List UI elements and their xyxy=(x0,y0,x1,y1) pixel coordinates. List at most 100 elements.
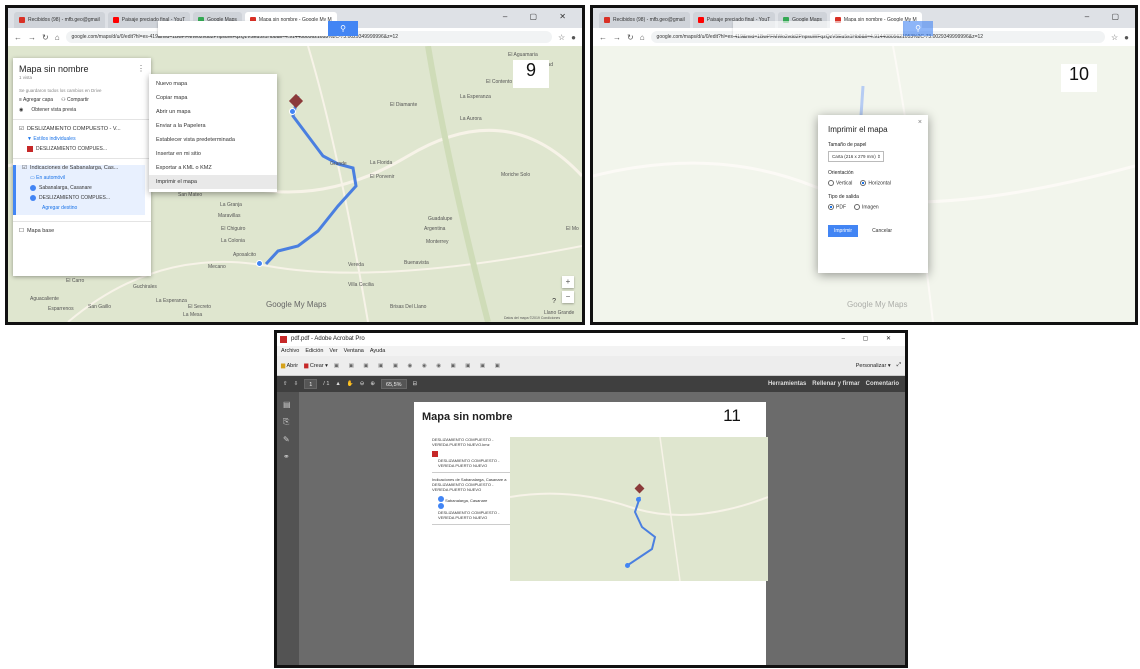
tab-label: Recibidos (98) - mfb.geo@gmail xyxy=(613,17,685,23)
zoom-out-button[interactable]: − xyxy=(562,291,574,303)
comment-button[interactable]: Comentario xyxy=(866,381,899,387)
output-image[interactable]: Imagen xyxy=(854,204,879,211)
checkbox-icon[interactable]: ☑ xyxy=(19,126,24,132)
prev-page-icon[interactable]: ⇧ xyxy=(283,381,288,387)
fit-page-icon[interactable]: ⊟ xyxy=(413,381,418,387)
search-input[interactable] xyxy=(158,21,328,36)
orientation-horizontal[interactable]: Horizontal xyxy=(860,180,891,186)
back-icon[interactable]: ← xyxy=(14,33,22,42)
fill-sign-button[interactable]: Rellenar y firmar xyxy=(812,381,859,387)
menu-item-new-map[interactable]: Nuevo mapa xyxy=(149,77,277,91)
checkbox-icon[interactable]: ☑ xyxy=(22,165,27,171)
legend-layer-2-title: Indicaciones de Sabanalarga, Casanare a … xyxy=(432,477,507,492)
home-icon[interactable]: ⌂ xyxy=(55,33,60,42)
home-icon[interactable]: ⌂ xyxy=(640,33,645,42)
menu-item-export-kml[interactable]: Exportar a KML o KMZ xyxy=(149,161,277,175)
menu-edicion[interactable]: Edición xyxy=(305,346,323,356)
expand-icon[interactable]: ⤢ xyxy=(897,362,901,369)
cancel-button[interactable]: Cancelar xyxy=(866,225,898,237)
layers-icon[interactable]: ⚭ xyxy=(283,452,299,461)
radio-icon xyxy=(854,204,860,211)
zoom-in-icon[interactable]: ⊕ xyxy=(370,381,375,387)
next-page-icon[interactable]: ⇩ xyxy=(294,381,299,387)
document-area[interactable]: Mapa sin nombre 11 DESLIZAMIENTO COMPUES… xyxy=(299,392,905,665)
preview-button[interactable]: ◉ Obtener vista previa xyxy=(19,107,145,113)
profile-icon[interactable]: ● xyxy=(571,33,576,42)
tab-gmail[interactable]: Recibidos (98) - mfb.geo@gmail xyxy=(599,12,690,28)
menu-ver[interactable]: Ver xyxy=(329,346,337,356)
layer-2[interactable]: ☑ Indicaciones de Sabanalarga, Cas... xyxy=(22,165,145,171)
create-button[interactable]: ▆ Crear ▾ xyxy=(304,363,328,369)
add-layer-button[interactable]: ≡ Agregar capa xyxy=(19,97,53,103)
base-map-layer[interactable]: ☐ Mapa base xyxy=(19,228,145,234)
search-input[interactable] xyxy=(733,21,903,36)
print-button[interactable]: Imprimir xyxy=(828,224,859,237)
acrobat-menubar: Archivo Edición Ver Ventana Ayuda xyxy=(277,346,905,356)
menu-item-embed[interactable]: Insertar en mi sitio xyxy=(149,147,277,161)
search-button[interactable]: ⚲ xyxy=(328,21,358,36)
tools-button[interactable]: Herramientas xyxy=(768,381,806,387)
route-point-a[interactable]: Sabanalarga, Casanare xyxy=(30,185,145,191)
map-title[interactable]: Mapa sin nombre xyxy=(19,64,145,74)
youtube-icon xyxy=(697,17,704,23)
zoom-out-icon[interactable]: ⊖ xyxy=(360,381,365,387)
select-tool-icon[interactable]: ▲ xyxy=(335,381,340,387)
layer-1-name: DESLIZAMIENTO COMPUESTO - V... xyxy=(26,126,121,132)
menu-item-open-map[interactable]: Abrir un mapa xyxy=(149,105,277,119)
doc-title: Mapa sin nombre xyxy=(422,411,513,423)
step-number: 11 xyxy=(714,406,750,432)
tab-gmail[interactable]: Recibidos (98) - mfb.geo@gmail xyxy=(14,12,105,28)
layer-1[interactable]: ☑ DESLIZAMIENTO COMPUESTO - V... xyxy=(19,126,145,132)
menu-item-copy-map[interactable]: Copiar mapa xyxy=(149,91,277,105)
close-icon[interactable]: × xyxy=(918,119,922,126)
page-thumbnails-icon[interactable]: ▤ xyxy=(283,400,299,409)
menu-ayuda[interactable]: Ayuda xyxy=(370,346,386,356)
window-controls[interactable]: – ▢ xyxy=(1085,12,1129,21)
zoom-level-select[interactable]: 65,5% xyxy=(380,379,407,389)
star-icon[interactable]: ☆ xyxy=(558,33,565,42)
pdf-label: PDF xyxy=(836,204,846,211)
start-pin-icon[interactable] xyxy=(289,108,296,115)
back-icon[interactable]: ← xyxy=(599,33,607,42)
bookmarks-icon[interactable]: ⎘ xyxy=(283,417,299,427)
checkbox-icon[interactable]: ☐ xyxy=(19,228,24,234)
menu-item-default-view[interactable]: Establecer vista predeterminada xyxy=(149,133,277,147)
travel-mode-link[interactable]: ▭ En automóvil xyxy=(30,175,145,181)
add-destination-link[interactable]: Agregar destino xyxy=(30,205,145,215)
add-layer-icon: ≡ xyxy=(19,97,22,103)
star-icon[interactable]: ☆ xyxy=(1111,33,1118,42)
window-controls[interactable]: – ▢ ✕ xyxy=(842,333,899,346)
orientation-vertical[interactable]: Vertical xyxy=(828,180,852,186)
profile-icon[interactable]: ● xyxy=(1124,33,1129,42)
more-options-icon[interactable]: ⋮ xyxy=(137,64,145,73)
map-attribution[interactable]: Datos del mapa ©2019 Condiciones xyxy=(504,316,560,320)
map-label: Guchirales xyxy=(133,284,157,290)
layer-1-style-link[interactable]: ▼ Estilos individuales xyxy=(27,136,145,142)
menu-archivo[interactable]: Archivo xyxy=(281,346,299,356)
output-pdf[interactable]: PDF xyxy=(828,204,846,211)
paper-size-value: Carta (216 x 279 mm) xyxy=(832,154,876,159)
share-button[interactable]: ⚇ Compartir xyxy=(61,97,89,103)
paper-size-select[interactable]: Carta (216 x 279 mm) ⇕ xyxy=(828,151,884,162)
reload-icon[interactable]: ↻ xyxy=(42,33,49,42)
forward-icon[interactable]: → xyxy=(613,33,621,42)
hand-tool-icon[interactable]: ✋ xyxy=(347,381,354,387)
toolbar-icons[interactable]: ▣ ▣ ▣ ▣ ▣ ◉ ◉ ◉ ▣ ▣ ▣ ▣ xyxy=(334,363,504,369)
route-point-b[interactable]: DESLIZAMIENTO COMPUES... xyxy=(30,195,145,201)
layer-1-item[interactable]: DESLIZAMIENTO COMPUES... xyxy=(27,146,145,152)
reload-icon[interactable]: ↻ xyxy=(627,33,634,42)
attachments-icon[interactable]: ✎ xyxy=(283,435,299,444)
forward-icon[interactable]: → xyxy=(28,33,36,42)
menu-item-print-map[interactable]: Imprimir el mapa xyxy=(149,175,277,189)
create-pdf-icon: ▆ xyxy=(304,362,309,369)
search-button[interactable]: ⚲ xyxy=(903,21,933,36)
customize-button[interactable]: Personalizar ▾ xyxy=(856,363,891,369)
window-controls[interactable]: – ▢ ✕ xyxy=(503,12,576,21)
help-icon[interactable]: ? xyxy=(552,298,556,305)
end-pin-icon[interactable] xyxy=(256,260,263,267)
menu-ventana[interactable]: Ventana xyxy=(344,346,364,356)
menu-item-trash[interactable]: Enviar a la Papelera xyxy=(149,119,277,133)
zoom-in-button[interactable]: + xyxy=(562,276,574,288)
open-button[interactable]: ▆ Abrir xyxy=(281,363,298,369)
page-number-input[interactable]: 1 xyxy=(304,379,318,389)
